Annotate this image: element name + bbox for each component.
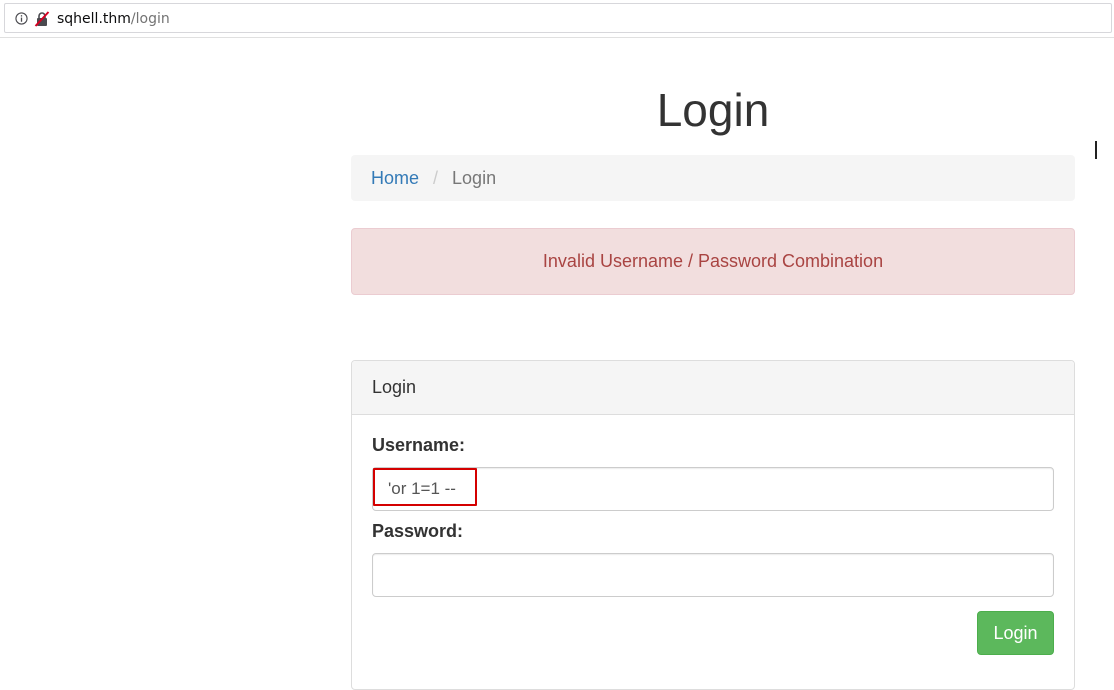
text-cursor bbox=[1095, 141, 1097, 159]
error-alert: Invalid Username / Password Combination bbox=[351, 228, 1075, 295]
info-icon[interactable] bbox=[15, 12, 28, 25]
username-input[interactable]: 'or 1=1 -- bbox=[372, 467, 1054, 511]
login-button[interactable]: Login bbox=[977, 611, 1054, 655]
breadcrumb: Home / Login bbox=[351, 155, 1075, 201]
login-panel: Login Username: 'or 1=1 -- Password: Log… bbox=[351, 360, 1075, 690]
page-title: Login bbox=[656, 84, 770, 136]
password-input[interactable] bbox=[372, 553, 1054, 597]
password-label: Password: bbox=[372, 521, 464, 541]
toolbar-divider bbox=[0, 37, 1114, 38]
username-label: Username: bbox=[372, 435, 466, 455]
breadcrumb-separator: / bbox=[433, 167, 439, 188]
login-panel-heading: Login bbox=[352, 361, 1074, 415]
login-button-label: Login bbox=[993, 622, 1038, 643]
injection-highlight-box bbox=[373, 468, 477, 506]
breadcrumb-home-link[interactable]: Home bbox=[371, 168, 419, 189]
error-alert-message: Invalid Username / Password Combination bbox=[542, 251, 884, 271]
login-panel-title: Login bbox=[372, 377, 417, 397]
breadcrumb-current: Login bbox=[452, 167, 497, 188]
url-path: /login bbox=[130, 11, 170, 27]
address-bar[interactable]: sqhell.thm/login bbox=[4, 3, 1112, 33]
url-text[interactable]: sqhell.thm/login bbox=[57, 10, 170, 28]
url-domain: sqhell.thm bbox=[57, 11, 131, 27]
browser-toolbar: sqhell.thm/login bbox=[0, 0, 1114, 37]
insecure-lock-icon[interactable] bbox=[34, 11, 50, 27]
